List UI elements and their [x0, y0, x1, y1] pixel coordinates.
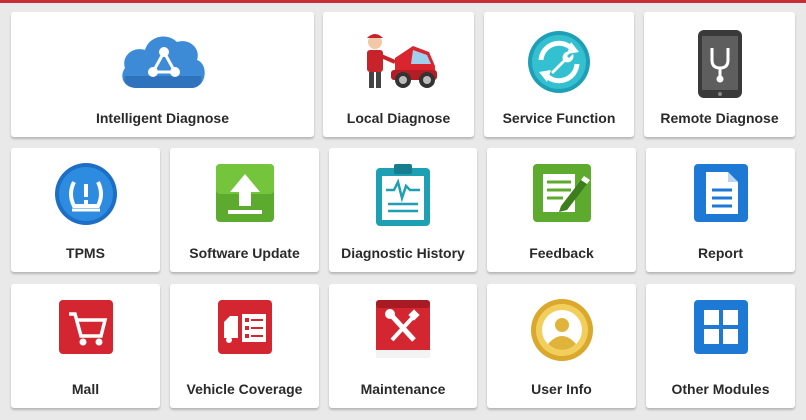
mechanic-car-icon: [361, 30, 437, 97]
tile-label: User Info: [531, 381, 592, 397]
tile-report[interactable]: Report: [646, 148, 795, 272]
tile-local-diagnose[interactable]: Local Diagnose: [323, 12, 474, 137]
tile-label: Software Update: [189, 245, 300, 261]
user-avatar-icon: [530, 298, 594, 367]
grid-modules-icon: [692, 298, 750, 361]
tools-book-icon: [374, 298, 432, 365]
tile-vehicle-coverage[interactable]: Vehicle Coverage: [170, 284, 319, 408]
tile-tpms[interactable]: TPMS: [11, 148, 160, 272]
notepad-pencil-icon: [531, 162, 593, 229]
tile-intelligent-diagnose[interactable]: Intelligent Diagnose: [11, 12, 314, 137]
tile-other-modules[interactable]: Other Modules: [646, 284, 795, 408]
tile-label: TPMS: [66, 245, 105, 261]
tile-software-update[interactable]: Software Update: [170, 148, 319, 272]
tile-mall[interactable]: Mall: [11, 284, 160, 408]
tile-label: Report: [697, 245, 744, 261]
tile-label: Feedback: [529, 245, 594, 261]
tile-label: Intelligent Diagnose: [95, 110, 229, 126]
cloud-share-icon: [117, 30, 209, 97]
tile-service-function[interactable]: Service Function: [484, 12, 634, 137]
tile-remote-diagnose[interactable]: Remote Diagnose: [644, 12, 795, 137]
tile-feedback[interactable]: Feedback: [487, 148, 636, 272]
tile-label: Local Diagnose: [346, 110, 451, 126]
tile-label: Maintenance: [360, 381, 446, 397]
tire-pressure-icon: [54, 162, 118, 231]
document-icon: [692, 162, 750, 229]
clipboard-waveform-icon: [374, 162, 432, 233]
tile-label: Remote Diagnose: [660, 110, 779, 126]
tablet-stethoscope-icon: [696, 30, 744, 103]
tile-label: Diagnostic History: [341, 245, 465, 261]
tile-label: Other Modules: [671, 381, 770, 397]
upload-arrow-icon: [214, 162, 276, 229]
tile-diagnostic-history[interactable]: Diagnostic History: [329, 148, 477, 272]
tile-label: Vehicle Coverage: [186, 381, 303, 397]
shopping-cart-icon: [57, 298, 115, 361]
tile-label: Mall: [71, 381, 100, 397]
tile-maintenance[interactable]: Maintenance: [329, 284, 477, 408]
tile-user-info[interactable]: User Info: [487, 284, 636, 408]
wrench-refresh-icon: [527, 30, 591, 99]
tile-label: Service Function: [502, 110, 616, 126]
top-accent-bar: [0, 0, 806, 3]
vehicle-list-icon: [216, 298, 274, 361]
